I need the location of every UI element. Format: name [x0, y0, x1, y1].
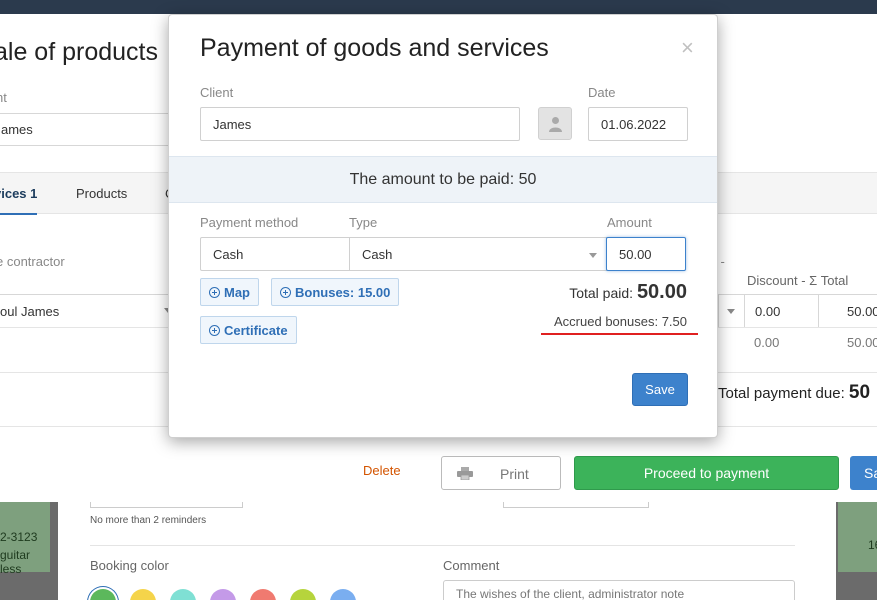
divider: [90, 545, 795, 546]
add-map-button[interactable]: Map: [200, 278, 259, 306]
contractor-select[interactable]: oul James: [0, 294, 178, 328]
calendar-event-left[interactable]: 2-3123 guitar less: [0, 500, 50, 576]
booking-color-label: Booking color: [90, 558, 169, 573]
plus-circle-icon: [209, 325, 220, 336]
total-paid-label: Total paid:: [569, 285, 634, 301]
map-label: Map: [224, 285, 250, 300]
amount-due-value: 50: [518, 171, 537, 188]
event-text: 16: [868, 538, 877, 552]
comment-textarea[interactable]: The wishes of the client, administrator …: [443, 580, 795, 600]
comment-label: Comment: [443, 558, 500, 573]
type-value: Cash: [362, 247, 393, 262]
user-icon: [549, 117, 562, 132]
type-label: Type: [349, 215, 378, 230]
discount-value: 0.00: [754, 335, 780, 350]
total-paid-value: 50.00: [636, 281, 687, 303]
discount-type-select[interactable]: [718, 294, 745, 328]
accrued-bonuses: Accrued bonuses: 7.50: [554, 314, 687, 329]
plus-circle-icon: [209, 287, 220, 298]
top-bar: [0, 0, 877, 14]
total-due-value: 50: [848, 382, 871, 403]
contractor-value: oul James: [0, 304, 60, 319]
add-bonuses-button[interactable]: Bonuses: 15.00: [271, 278, 400, 306]
page-title: ale of products: [0, 38, 158, 66]
total-payment-due: Total payment due: 50: [718, 382, 870, 404]
tab-products[interactable]: Products: [76, 186, 127, 201]
bonuses-label: Bonuses: 15.00: [295, 285, 391, 300]
total-value: 50.00: [847, 335, 877, 350]
total-paid: Total paid: 50.00: [569, 281, 687, 304]
amount-due-banner: The amount to be paid: 50: [169, 156, 717, 203]
contractor-label: e contractor: [0, 254, 65, 269]
event-phone: 2-3123: [0, 530, 38, 544]
amount-input[interactable]: 50.00: [606, 237, 686, 271]
amount-due: The amount to be paid: 50: [169, 171, 717, 189]
chevron-down-icon: [727, 309, 735, 314]
print-button[interactable]: Print: [441, 456, 561, 490]
discount-total-header: Discount - Σ Total: [747, 273, 849, 288]
reminder-hint: No more than 2 reminders: [90, 515, 207, 526]
client-label: nt: [0, 90, 7, 105]
delete-button[interactable]: Delete: [363, 463, 401, 478]
plus-circle-icon: [280, 287, 291, 298]
save-button[interactable]: Sa: [850, 456, 877, 490]
add-certificate-button[interactable]: Certificate: [200, 316, 297, 344]
client-field[interactable]: James: [200, 107, 520, 141]
close-icon[interactable]: ×: [681, 37, 694, 59]
total-due-label: Total payment due:: [718, 385, 845, 402]
type-select[interactable]: Cash: [349, 237, 607, 271]
event-text: guitar less: [0, 548, 31, 576]
client-profile-button[interactable]: [538, 107, 572, 140]
tab-services[interactable]: vices 1: [0, 186, 38, 215]
certificate-label: Certificate: [224, 323, 288, 338]
payment-method-field[interactable]: Cash: [200, 237, 350, 271]
print-label: Print: [500, 466, 529, 482]
total-input[interactable]: 50.00: [818, 294, 877, 328]
payment-method-label: Payment method: [200, 215, 299, 230]
date-label: Date: [588, 85, 616, 100]
amount-label: Amount: [607, 215, 652, 230]
modal-title: Payment of goods and services: [200, 34, 549, 62]
date-field[interactable]: 01.06.2022: [588, 107, 688, 141]
amount-due-label: The amount to be paid:: [349, 171, 515, 188]
discount-input[interactable]: 0.00: [744, 294, 819, 328]
client-label: Client: [200, 85, 234, 100]
calendar-event-right[interactable]: 16: [838, 500, 877, 572]
save-payment-button[interactable]: Save: [632, 373, 688, 406]
client-field[interactable]: ames: [0, 113, 176, 146]
proceed-to-payment-button[interactable]: Proceed to payment: [574, 456, 839, 490]
payment-modal: Payment of goods and services × Client J…: [168, 14, 718, 438]
highlight-underline: [541, 333, 698, 335]
printer-icon: [457, 467, 473, 480]
chevron-down-icon: [589, 253, 597, 258]
